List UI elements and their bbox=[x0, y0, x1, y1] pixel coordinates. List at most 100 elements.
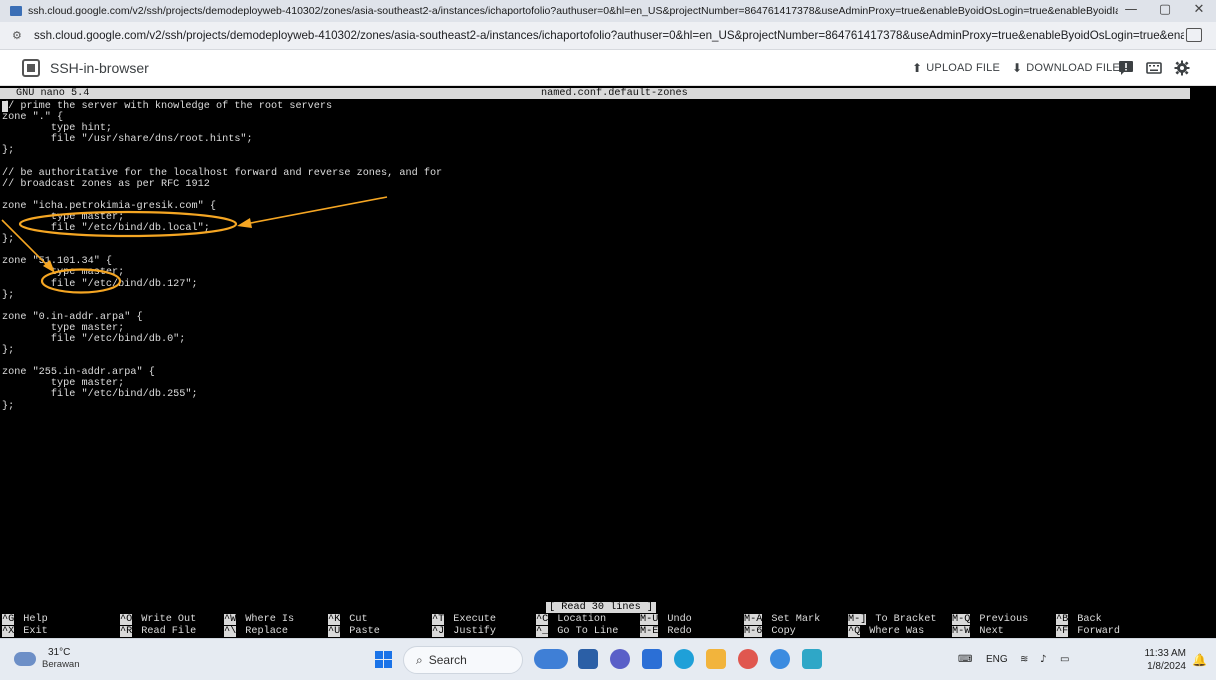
edge-browser-icon[interactable] bbox=[674, 649, 694, 669]
word-app-icon[interactable] bbox=[642, 649, 662, 669]
widgets-app-icon[interactable] bbox=[534, 649, 568, 669]
editor-line[interactable]: file "/usr/share/dns/root.hints"; bbox=[2, 134, 442, 145]
settings-gear-icon[interactable] bbox=[1174, 60, 1190, 76]
shortcut-previous[interactable]: M-Q Previous bbox=[952, 614, 1028, 625]
weather-widget[interactable]: 31°C Berawan bbox=[14, 646, 80, 670]
editor-line[interactable]: zone "51.101.34" { bbox=[2, 256, 442, 267]
browser-title-bar: ssh.cloud.google.com/v2/ssh/projects/dem… bbox=[0, 0, 1216, 22]
download-file-button[interactable]: ⬇ DOWNLOAD FILE bbox=[1012, 61, 1120, 75]
shortcut-go-to-line[interactable]: ^_ Go To Line bbox=[536, 625, 618, 637]
editor-line[interactable]: type hint; bbox=[2, 123, 442, 134]
editor-line[interactable]: type master; bbox=[2, 378, 442, 389]
shortcut-exit[interactable]: ^X Exit bbox=[2, 625, 48, 637]
shortcut-next[interactable]: M-W Next bbox=[952, 625, 1004, 637]
browser-app-icon bbox=[10, 6, 22, 16]
windows-start-icon[interactable] bbox=[375, 651, 392, 668]
shortcut-where-is[interactable]: ^W Where Is bbox=[224, 614, 294, 625]
shortcut-execute[interactable]: ^T Execute bbox=[432, 614, 496, 625]
shortcut-help[interactable]: ^G Help bbox=[2, 614, 48, 625]
notepad-app-icon[interactable] bbox=[802, 649, 822, 669]
editor-line[interactable]: file "/etc/bind/db.0"; bbox=[2, 334, 442, 345]
editor-line[interactable]: file "/etc/bind/db.127"; bbox=[2, 279, 442, 290]
shortcut-label: Where Is bbox=[245, 614, 295, 625]
volume-icon[interactable]: ♪ bbox=[1040, 654, 1046, 665]
taskbar-search[interactable]: ⌕ Search bbox=[403, 646, 523, 674]
shortcut-label: Where Was bbox=[869, 625, 925, 637]
site-info-icon[interactable]: ⚙ bbox=[12, 29, 26, 43]
shortcut-set-mark[interactable]: M-A Set Mark bbox=[744, 614, 820, 625]
editor-line[interactable]: // broadcast zones as per RFC 1912 bbox=[2, 179, 442, 190]
download-file-label: DOWNLOAD FILE bbox=[1026, 62, 1120, 74]
minimize-button[interactable]: — bbox=[1122, 2, 1140, 17]
shortcut-write-out[interactable]: ^O Write Out bbox=[120, 614, 196, 625]
editor-line[interactable]: }; bbox=[2, 145, 442, 156]
editor-line[interactable]: zone "." { bbox=[2, 112, 442, 123]
shortcut-undo[interactable]: M-U Undo bbox=[640, 614, 692, 625]
chrome-app-icon[interactable] bbox=[738, 649, 758, 669]
keyboard-tray-icon[interactable]: ⌨ bbox=[958, 654, 972, 665]
weather-cloud-icon bbox=[14, 646, 36, 666]
battery-icon[interactable]: ▭ bbox=[1060, 654, 1069, 665]
weather-temperature: 31°C bbox=[48, 647, 71, 658]
feedback-icon[interactable] bbox=[1118, 60, 1134, 76]
shortcut-copy[interactable]: M-6 Copy bbox=[744, 625, 796, 637]
chrome-profile-icon[interactable] bbox=[770, 649, 790, 669]
editor-line[interactable]: // be authoritative for the localhost fo… bbox=[2, 168, 442, 179]
url-text[interactable]: ssh.cloud.google.com/v2/ssh/projects/dem… bbox=[34, 29, 1184, 42]
shortcut-label: To Bracket bbox=[875, 614, 937, 625]
notification-bell-icon[interactable]: 🔔 bbox=[1192, 653, 1207, 667]
cast-icon[interactable] bbox=[1186, 28, 1202, 42]
editor-line[interactable] bbox=[2, 301, 442, 312]
editor-line[interactable]: file "/etc/bind/db.local"; bbox=[2, 223, 442, 234]
editor-line[interactable]: }; bbox=[2, 345, 442, 356]
shortcut-where-was[interactable]: ^Q Where Was bbox=[848, 625, 925, 637]
shortcut-read-file[interactable]: ^R Read File bbox=[120, 625, 197, 637]
shortcut-to-bracket[interactable]: M-] To Bracket bbox=[848, 614, 936, 625]
close-button[interactable]: ✕ bbox=[1190, 2, 1208, 17]
editor-line[interactable] bbox=[2, 245, 442, 256]
editor-line[interactable]: file "/etc/bind/db.255"; bbox=[2, 389, 442, 400]
address-bar[interactable]: ⚙ ssh.cloud.google.com/v2/ssh/projects/d… bbox=[0, 22, 1216, 50]
taskbar-clock[interactable]: 11:33 AM 1/8/2024 bbox=[1136, 647, 1186, 673]
shortcut-cut[interactable]: ^K Cut bbox=[328, 614, 368, 625]
keyboard-icon[interactable] bbox=[1146, 60, 1162, 76]
clock-date: 1/8/2024 bbox=[1147, 661, 1186, 672]
wifi-icon[interactable]: ≋ bbox=[1020, 654, 1028, 665]
shortcut-label: Read File bbox=[141, 625, 197, 637]
editor-content[interactable]: // prime the server with knowledge of th… bbox=[2, 101, 442, 412]
editor-line[interactable]: }; bbox=[2, 401, 442, 412]
editor-line[interactable]: type master; bbox=[2, 267, 442, 278]
language-indicator[interactable]: ENG bbox=[986, 654, 1008, 665]
shortcut-replace[interactable]: ^\ Replace bbox=[224, 625, 288, 637]
editor-line[interactable] bbox=[2, 356, 442, 367]
editor-line[interactable] bbox=[2, 156, 442, 167]
editor-line[interactable]: }; bbox=[2, 234, 442, 245]
app-name: SSH-in-browser bbox=[50, 59, 149, 76]
editor-line[interactable]: zone "0.in-addr.arpa" { bbox=[2, 312, 442, 323]
shortcut-redo[interactable]: M-E Redo bbox=[640, 625, 692, 637]
editor-line[interactable]: zone "255.in-addr.arpa" { bbox=[2, 367, 442, 378]
editor-line[interactable]: type master; bbox=[2, 212, 442, 223]
terminal[interactable]: GNU nano 5.4 named.conf.default-zones //… bbox=[0, 86, 1216, 638]
task-view-icon[interactable] bbox=[578, 649, 598, 669]
editor-line[interactable]: // prime the server with knowledge of th… bbox=[2, 101, 442, 112]
shortcut-key: ^U bbox=[328, 625, 341, 637]
shortcut-label: Copy bbox=[771, 625, 796, 637]
shortcut-label: Set Mark bbox=[771, 614, 821, 625]
editor-line[interactable]: }; bbox=[2, 290, 442, 301]
restore-button[interactable]: ▢ bbox=[1156, 2, 1174, 17]
meet-app-icon[interactable] bbox=[610, 649, 630, 669]
shortcut-justify[interactable]: ^J Justify bbox=[432, 625, 496, 637]
upload-icon: ⬆ bbox=[912, 61, 923, 75]
editor-line[interactable] bbox=[2, 190, 442, 201]
shortcut-paste[interactable]: ^U Paste bbox=[328, 625, 380, 637]
shortcut-forward[interactable]: ^F Forward bbox=[1056, 625, 1120, 637]
shortcut-back[interactable]: ^B Back bbox=[1056, 614, 1102, 625]
shortcut-key: ^B bbox=[1056, 614, 1069, 625]
editor-line[interactable]: type master; bbox=[2, 323, 442, 334]
file-explorer-icon[interactable] bbox=[706, 649, 726, 669]
editor-line[interactable]: zone "icha.petrokimia-gresik.com" { bbox=[2, 201, 442, 212]
upload-file-button[interactable]: ⬆ UPLOAD FILE bbox=[912, 61, 1000, 75]
shortcut-location[interactable]: ^C Location bbox=[536, 614, 606, 625]
shortcut-label: Paste bbox=[349, 625, 380, 637]
